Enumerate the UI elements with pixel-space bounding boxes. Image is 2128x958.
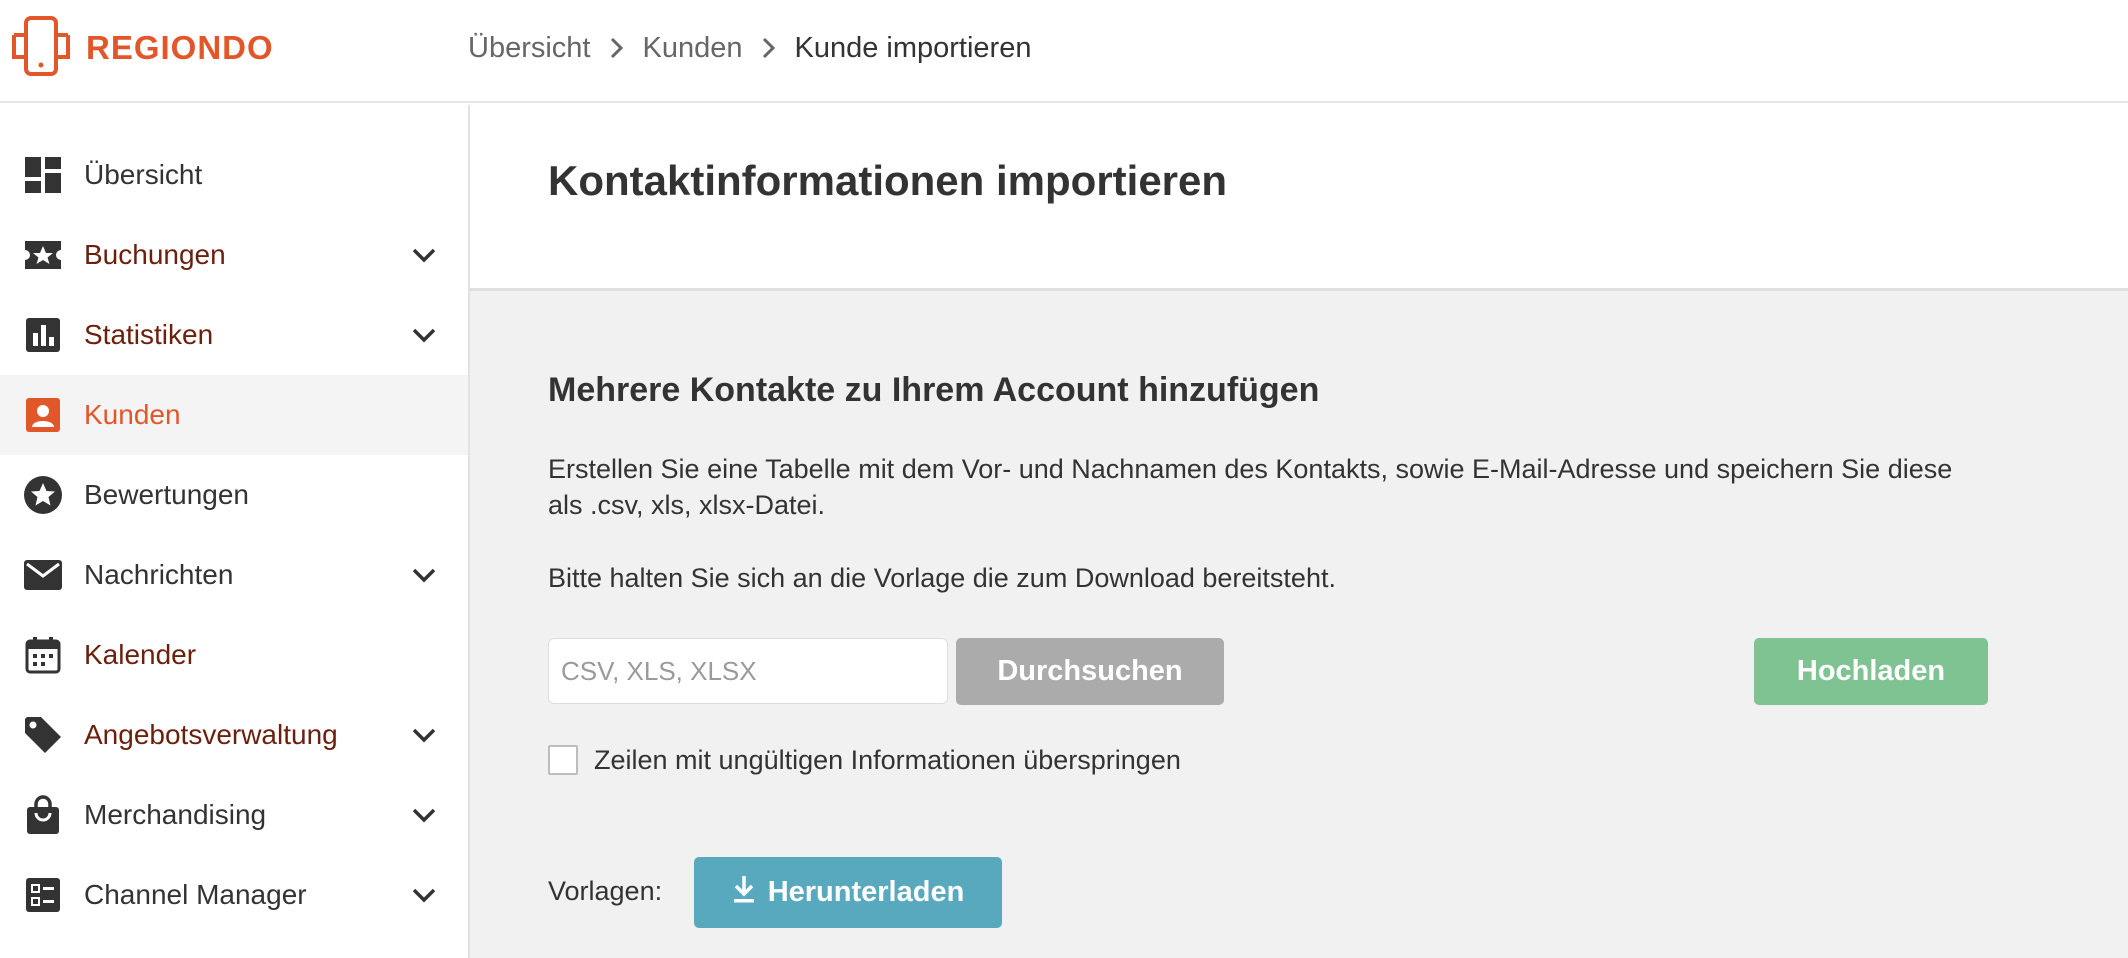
sidebar-item-statistics[interactable]: Statistiken: [0, 295, 468, 375]
chevron-down-icon[interactable]: [410, 721, 438, 749]
download-icon: [732, 874, 756, 912]
sidebar-item-merchandising[interactable]: Merchandising: [0, 775, 468, 855]
sidebar: Übersicht Buchungen Statistiken Kunden B…: [0, 105, 470, 958]
sidebar-item-overview[interactable]: Übersicht: [0, 135, 468, 215]
templates-label: Vorlagen:: [548, 876, 663, 906]
star-circle-icon: [22, 474, 64, 516]
sidebar-item-label: Kunden: [84, 399, 181, 430]
shopping-bag-icon: [22, 794, 64, 836]
bar-chart-icon: [22, 314, 64, 356]
chevron-down-icon[interactable]: [410, 881, 438, 909]
dashboard-icon: [22, 154, 64, 196]
list-checklist-icon: [22, 874, 64, 916]
skip-invalid-row: Zeilen mit ungültigen Informationen über…: [548, 743, 1181, 777]
sidebar-item-calendar[interactable]: Kalender: [0, 615, 468, 695]
chevron-right-icon: [761, 36, 777, 60]
sidebar-item-label: Nachrichten: [84, 559, 234, 590]
sidebar-item-bookings[interactable]: Buchungen: [0, 215, 468, 295]
chevron-down-icon[interactable]: [410, 321, 438, 349]
sidebar-item-label: Übersicht: [84, 159, 203, 190]
download-label: Herunterladen: [767, 876, 965, 908]
sidebar-item-label: Kalender: [84, 639, 197, 670]
sidebar-item-channel-manager[interactable]: Channel Manager: [0, 855, 468, 935]
breadcrumb-overview[interactable]: Übersicht: [468, 32, 591, 65]
sidebar-item-label: Merchandising: [84, 799, 267, 830]
skip-invalid-label[interactable]: Zeilen mit ungültigen Informationen über…: [594, 745, 1181, 776]
file-path-input[interactable]: [548, 638, 948, 704]
ticket-star-icon: [22, 234, 64, 276]
tag-icon: [22, 714, 64, 756]
sidebar-item-label: Channel Manager: [84, 879, 307, 910]
breadcrumb-customers[interactable]: Kunden: [643, 32, 743, 65]
phone-logo-icon: [10, 15, 72, 82]
breadcrumb-import-customer: Kunde importieren: [794, 31, 1032, 64]
top-header: REGIONDO Übersicht Kunden Kunde importie…: [0, 0, 2128, 103]
sidebar-item-label: Angebotsverwaltung: [84, 719, 338, 750]
skip-invalid-checkbox[interactable]: [548, 745, 578, 775]
description-text: Erstellen Sie eine Tabelle mit dem Vor- …: [548, 454, 1953, 520]
download-template-button[interactable]: Herunterladen: [694, 857, 1002, 928]
contact-card-icon: [22, 394, 64, 436]
sidebar-item-reviews[interactable]: Bewertungen: [0, 455, 468, 535]
sidebar-item-offer-management[interactable]: Angebotsverwaltung: [0, 695, 468, 775]
browse-button[interactable]: Durchsuchen: [956, 638, 1224, 705]
sidebar-item-label: Buchungen: [84, 239, 226, 270]
sidebar-item-messages[interactable]: Nachrichten: [0, 535, 468, 615]
import-panel: Mehrere Kontakte zu Ihrem Account hinzuf…: [470, 291, 2128, 958]
chevron-right-icon: [609, 36, 625, 60]
sidebar-item-customers[interactable]: Kunden: [0, 375, 468, 455]
breadcrumb: Übersicht Kunden Kunde importieren: [468, 28, 1031, 68]
page-title: Kontaktinformationen importieren: [548, 157, 1228, 204]
envelope-icon: [22, 554, 64, 596]
brand-logo[interactable]: REGIONDO: [10, 15, 274, 82]
sidebar-item-label: Statistiken: [84, 319, 214, 350]
chevron-down-icon[interactable]: [410, 241, 438, 269]
section-title: Mehrere Kontakte zu Ihrem Account hinzuf…: [548, 371, 1320, 409]
sidebar-item-label: Bewertungen: [84, 479, 250, 510]
chevron-down-icon[interactable]: [410, 801, 438, 829]
calendar-icon: [22, 634, 64, 676]
brand-name: REGIONDO: [86, 29, 274, 66]
chevron-down-icon[interactable]: [410, 561, 438, 589]
upload-button[interactable]: Hochladen: [1754, 638, 1988, 705]
template-hint: Bitte halten Sie sich an die Vorlage die…: [548, 563, 1336, 593]
page-header: Kontaktinformationen importieren: [470, 105, 2128, 291]
